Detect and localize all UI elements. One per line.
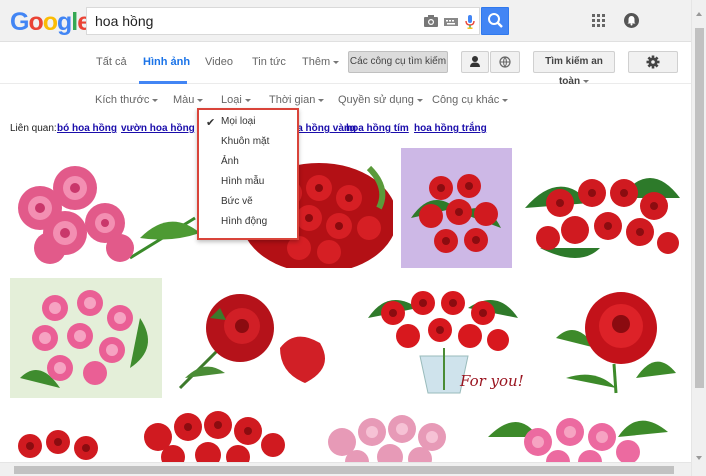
- image-result[interactable]: For you!: [348, 278, 537, 398]
- image-result[interactable]: [546, 278, 683, 398]
- microphone-icon[interactable]: [462, 14, 478, 29]
- filter-time-label: Thời gian: [269, 94, 316, 106]
- settings-button[interactable]: [628, 51, 678, 73]
- top-bar: Google: [0, 0, 706, 42]
- image-result[interactable]: [312, 407, 469, 462]
- globe-icon: [499, 56, 511, 68]
- filter-type[interactable]: Loại: [221, 94, 251, 106]
- search-tabs: Tất cả Hình ảnh Video Tin tức Thêm Các c…: [0, 42, 691, 87]
- global-results-button[interactable]: [490, 51, 520, 73]
- search-box: [86, 7, 480, 35]
- scroll-down-icon[interactable]: [696, 456, 702, 460]
- image-result[interactable]: [10, 148, 205, 268]
- image-result[interactable]: [10, 428, 109, 462]
- chevron-down-icon: [583, 79, 590, 83]
- logo-letter: o: [28, 8, 43, 36]
- image-result[interactable]: [118, 407, 304, 462]
- search-button[interactable]: [481, 7, 509, 35]
- safe-search-button[interactable]: Tìm kiếm an toàn: [533, 51, 615, 87]
- chevron-down-icon: [416, 98, 423, 102]
- dropdown-option-animated[interactable]: Hình động: [221, 216, 267, 227]
- search-input[interactable]: [95, 12, 415, 30]
- image-result[interactable]: [170, 278, 340, 398]
- keyboard-icon[interactable]: [443, 14, 459, 28]
- chevron-down-icon: [244, 98, 251, 102]
- dropdown-option-photo[interactable]: Ảnh: [221, 156, 239, 167]
- image-result[interactable]: [478, 407, 683, 462]
- chevron-down-icon: [502, 98, 509, 102]
- filter-type-label: Loại: [221, 94, 242, 106]
- tab-images[interactable]: Hình ảnh: [143, 56, 190, 68]
- tab-news[interactable]: Tin tức: [252, 56, 286, 68]
- filter-color[interactable]: Màu: [173, 94, 204, 106]
- horizontal-scrollbar[interactable]: [0, 462, 691, 476]
- filter-more-tools[interactable]: Công cụ khác: [432, 94, 509, 106]
- tab-more-label: Thêm: [302, 56, 331, 68]
- filter-more-tools-label: Công cụ khác: [432, 94, 500, 106]
- scrollbar-thumb[interactable]: [695, 28, 704, 388]
- related-link[interactable]: vườn hoa hồng: [121, 123, 195, 134]
- dropdown-option-clipart[interactable]: Hình mẫu: [221, 176, 264, 187]
- filter-color-label: Màu: [173, 94, 195, 106]
- camera-icon[interactable]: [423, 14, 439, 28]
- personal-results-button[interactable]: [461, 51, 489, 73]
- tab-video[interactable]: Video: [205, 56, 233, 68]
- dropdown-option-any[interactable]: Mọi loại: [221, 116, 255, 127]
- related-label: Liên quan:: [10, 123, 57, 134]
- google-logo[interactable]: Google: [10, 8, 91, 37]
- check-icon: ✔: [206, 117, 216, 129]
- image-result[interactable]: [520, 148, 683, 268]
- logo-letter: G: [10, 8, 29, 36]
- tab-all[interactable]: Tất cả: [96, 56, 127, 68]
- dropdown-option-face[interactable]: Khuôn mặt: [221, 136, 269, 147]
- image-result[interactable]: [401, 148, 512, 268]
- safe-search-label: Tìm kiếm an toàn: [545, 56, 603, 87]
- chevron-down-icon: [318, 98, 325, 102]
- dropdown-option-line-drawing[interactable]: Bức vẽ: [221, 196, 253, 207]
- vertical-scrollbar[interactable]: [691, 0, 706, 476]
- notifications-icon[interactable]: [624, 13, 639, 28]
- filter-size-label: Kích thước: [95, 94, 150, 106]
- search-icon: [488, 13, 503, 28]
- related-link[interactable]: hoa hồng trắng: [414, 123, 487, 134]
- chevron-down-icon: [152, 98, 159, 102]
- logo-letter: g: [57, 8, 72, 36]
- chevron-down-icon: [333, 60, 340, 64]
- related-link[interactable]: bó hoa hồng: [57, 123, 117, 134]
- logo-letter: o: [42, 8, 58, 36]
- type-dropdown-menu: ✔ Mọi loại Khuôn mặt Ảnh Hình mẫu Bức vẽ…: [197, 108, 299, 240]
- image-result[interactable]: [10, 278, 162, 398]
- apps-grid-icon[interactable]: [592, 14, 606, 28]
- scrollbar-thumb[interactable]: [14, 466, 674, 474]
- filter-time[interactable]: Thời gian: [269, 94, 325, 106]
- scroll-up-icon[interactable]: [696, 12, 702, 16]
- image-caption: For you!: [460, 372, 524, 390]
- filter-size[interactable]: Kích thước: [95, 94, 159, 106]
- chevron-down-icon: [197, 98, 204, 102]
- person-icon: [470, 56, 480, 67]
- gear-icon: [646, 55, 660, 69]
- tab-more[interactable]: Thêm: [302, 56, 340, 68]
